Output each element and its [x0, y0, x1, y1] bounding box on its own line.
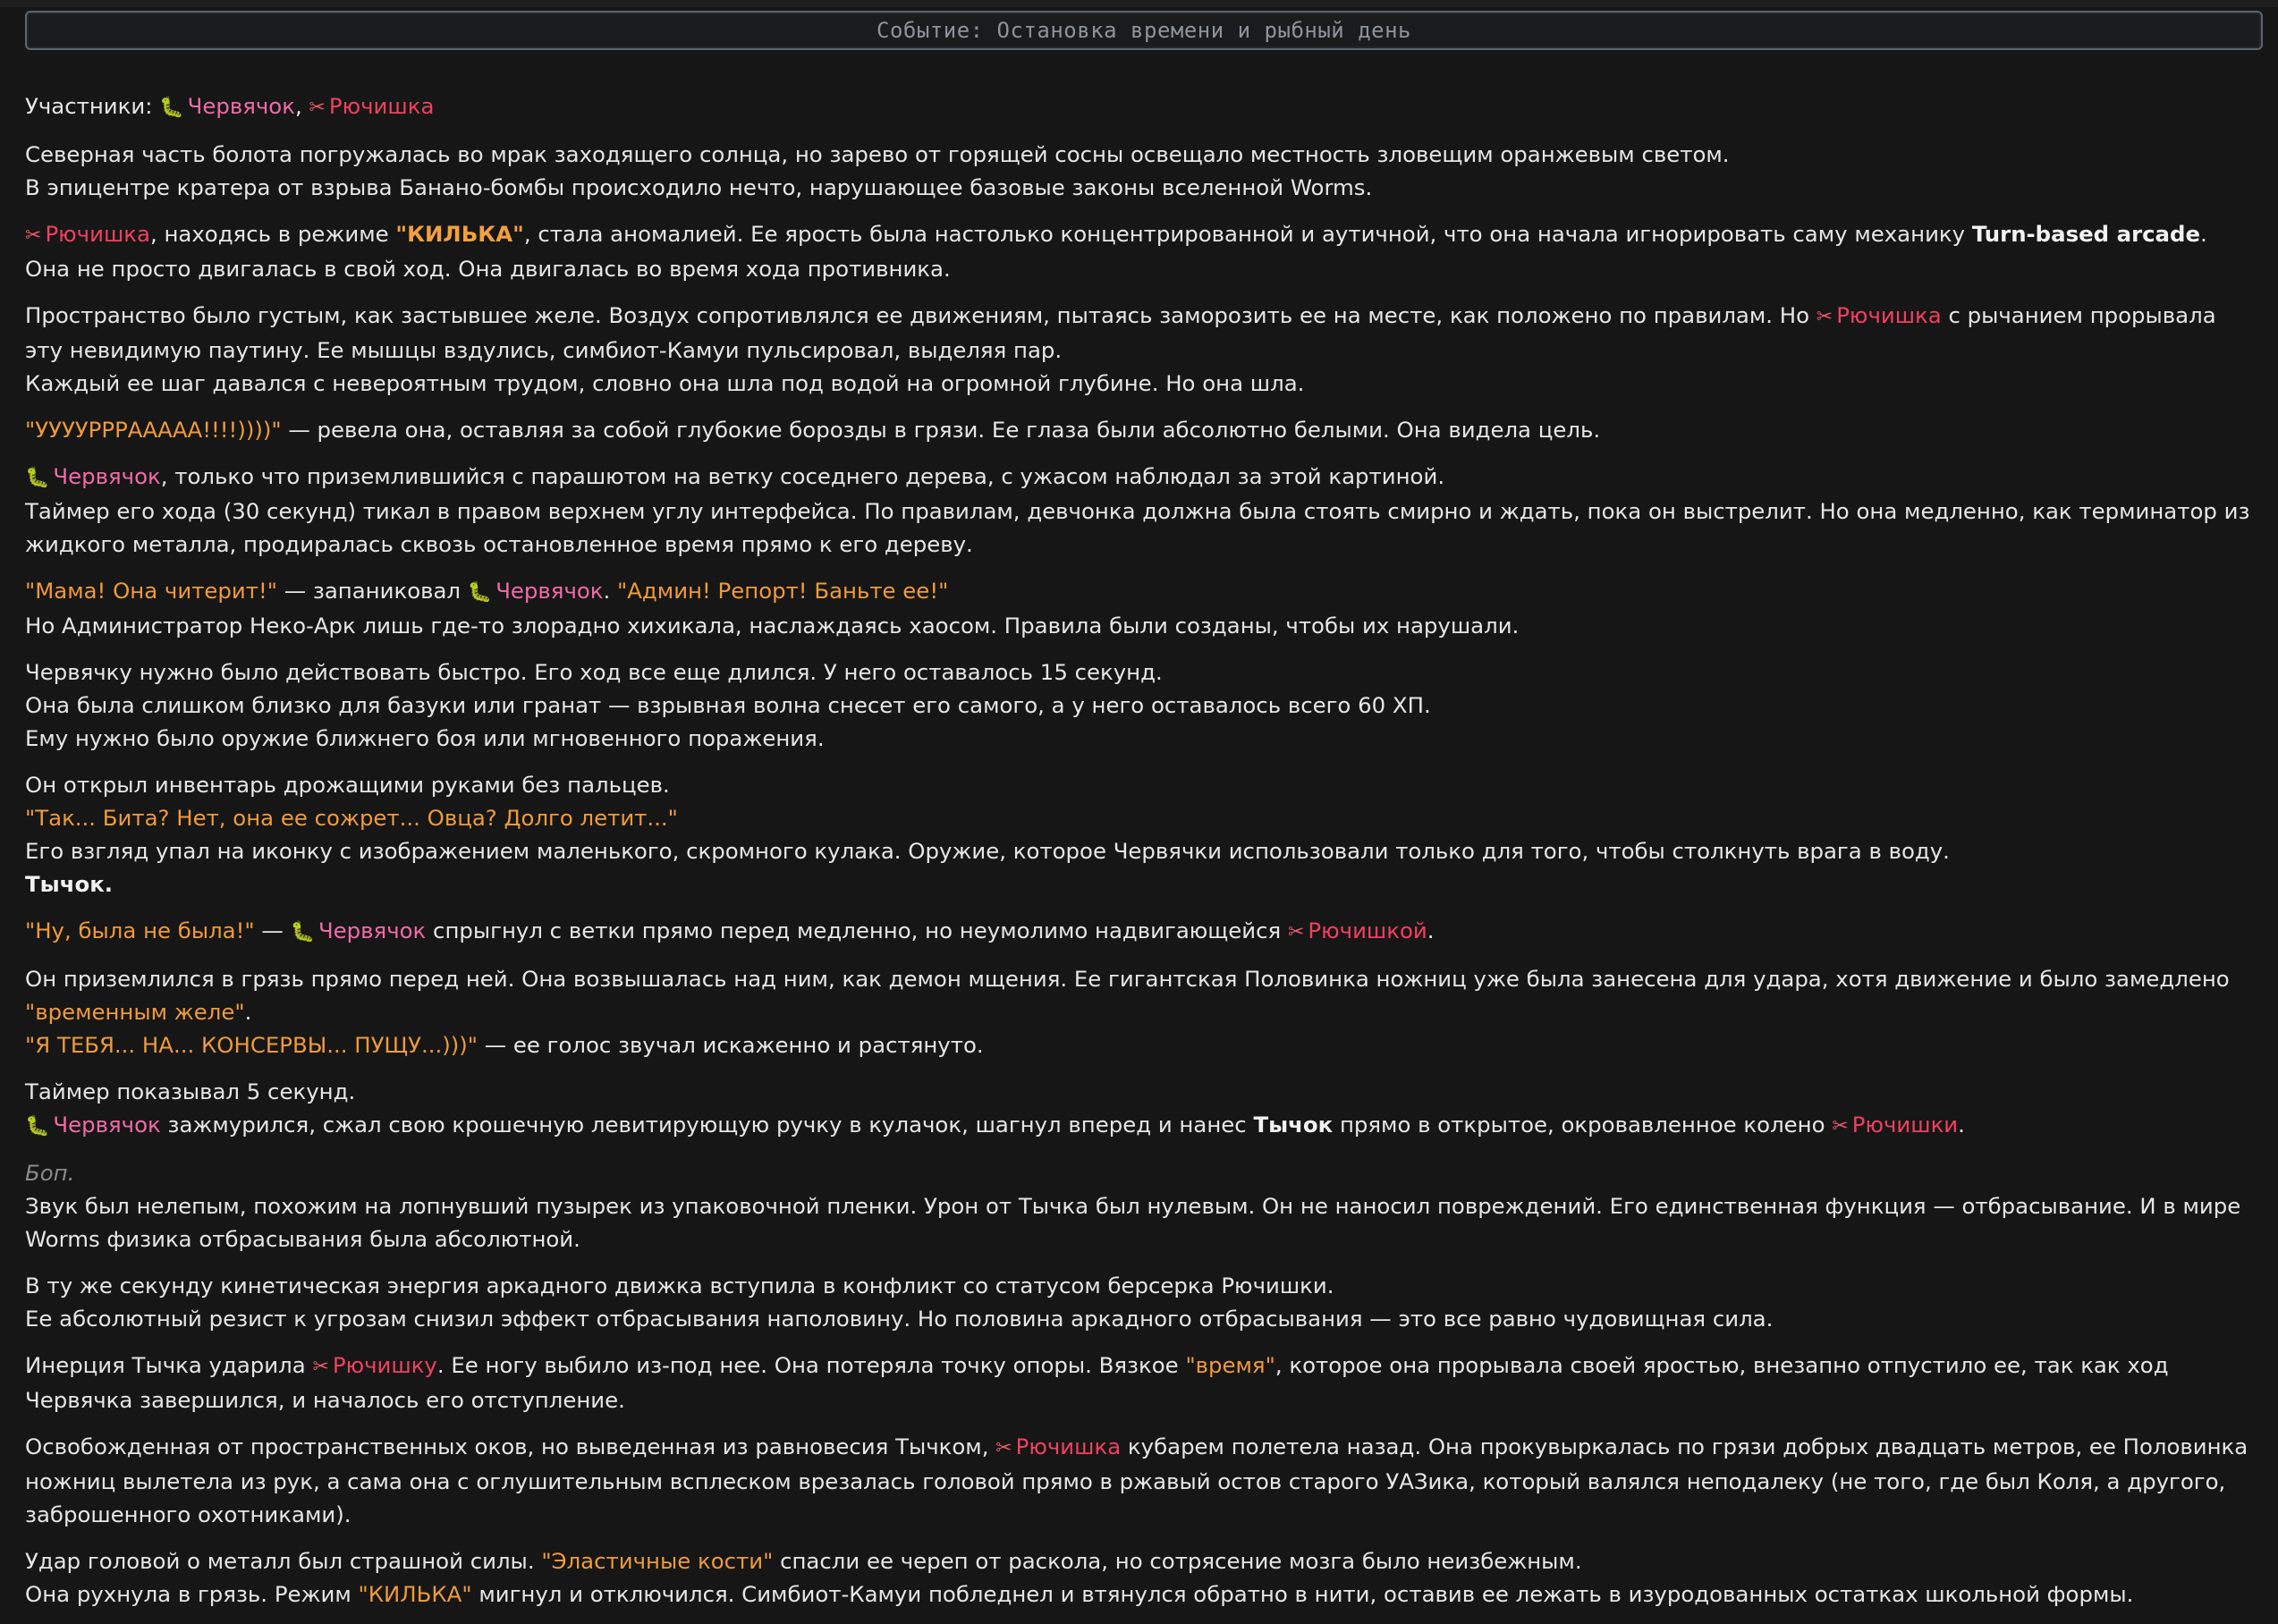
paragraph: Он открыл инвентарь дрожащими руками без… — [25, 772, 1950, 897]
paragraph: Таймер показывал 5 секунд. 🐛 Червячок заж… — [25, 1075, 2252, 1143]
scissors-icon: ✂ — [1816, 306, 1833, 328]
paragraph: ✂ Рючишка, находясь в режиме "КИЛЬКА", ст… — [25, 221, 2207, 282]
paragraph: Он приземлился в грязь прямо перед ней. … — [25, 966, 2230, 1058]
paragraph: Боп. Звук был нелепым, похожим на лопнув… — [25, 1160, 2241, 1252]
event-title: Событие: Остановка времени и рыбный день — [876, 18, 1411, 43]
worm-icon: 🐛 — [25, 1115, 50, 1138]
paragraph: 🐛 Червячок, только что приземлившийся с п… — [25, 463, 2250, 557]
worm-icon: 🐛 — [159, 97, 184, 119]
event-header: Событие: Остановка времени и рыбный день — [25, 11, 2263, 50]
scissors-icon: ✂ — [312, 1356, 329, 1378]
scissors-icon: ✂ — [1832, 1115, 1849, 1138]
paragraph: Инерция Тычка ударила ✂ Рючишку. Ее ногу … — [25, 1352, 2169, 1413]
paragraph: "Мама! Она читерит!" — запаниковал 🐛 Черв… — [25, 578, 1520, 639]
worm-icon: 🐛 — [290, 921, 315, 943]
worm-icon: 🐛 — [467, 581, 493, 604]
scissors-icon: ✂ — [995, 1437, 1012, 1459]
paragraph: Северная часть болота погружалась во мра… — [25, 141, 1730, 200]
participants-line: Участники: 🐛 Червячок, ✂ Рючишка — [25, 89, 2252, 124]
character-worm: Червячок — [187, 93, 295, 119]
paragraph: Удар головой о металл был страшной силы.… — [25, 1548, 2134, 1607]
scissors-icon: ✂ — [25, 224, 42, 247]
scissors-icon: ✂ — [1287, 921, 1305, 943]
paragraph: "Ну, была не была!" — 🐛 Червячок спрыгнул… — [25, 914, 2252, 949]
paragraph: Пространство было густым, как застывшее … — [25, 302, 2216, 396]
worm-icon: 🐛 — [25, 467, 50, 489]
window-top-edge — [0, 0, 2278, 7]
scissors-icon: ✂ — [309, 97, 326, 119]
paragraph: В ту же секунду кинетическая энергия арк… — [25, 1273, 1774, 1332]
paragraph: Освобожденная от пространственных оков, … — [25, 1434, 2248, 1527]
character-rio: Рючишка — [328, 93, 435, 119]
paragraph: "УУУУРРРААААА!!!!))))" — ревела она, ост… — [25, 417, 1601, 443]
story-text: Участники: 🐛 Червячок, ✂ Рючишка Северная … — [25, 89, 2252, 1624]
paragraph: Червячку нужно было действовать быстро. … — [25, 659, 1431, 751]
